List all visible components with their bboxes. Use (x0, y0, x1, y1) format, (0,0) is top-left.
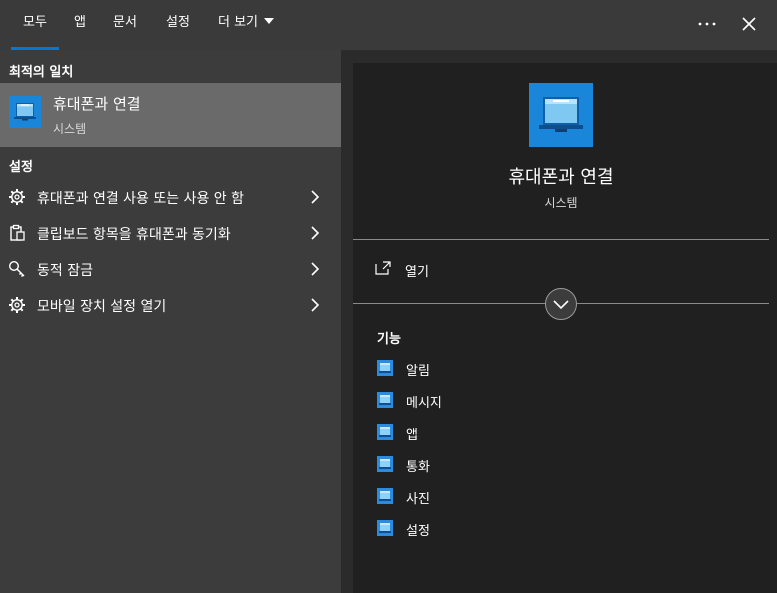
more-options-button[interactable] (691, 8, 723, 40)
open-label: 열기 (405, 265, 429, 280)
phone-link-app-icon (529, 83, 593, 147)
features-heading: 기능 (377, 332, 401, 347)
best-match-heading: 최적의 일치 (9, 65, 74, 80)
clipboard-icon (10, 224, 25, 241)
expand-button[interactable] (545, 288, 577, 320)
preview-pane: 휴대폰과 연결 시스템 열기 기능 알림 메시지 앱 통화 사진 설정 (341, 50, 777, 593)
settings-result-dynamic-lock[interactable]: 동적 잠금 (0, 251, 341, 287)
phone-link-app-icon (9, 96, 41, 128)
phone-link-app-icon (377, 360, 393, 376)
app-name: 휴대폰과 연결 (508, 167, 614, 188)
phone-link-app-icon (377, 456, 393, 472)
chevron-right-icon (311, 226, 320, 240)
best-match-result[interactable]: 휴대폰과 연결 시스템 (0, 83, 341, 147)
settings-result-mobile-device[interactable]: 모바일 장치 설정 열기 (0, 287, 341, 323)
settings-result-label: 휴대폰과 연결 사용 또는 사용 안 함 (37, 191, 245, 207)
gear-icon (9, 297, 25, 313)
ellipsis-icon (698, 22, 716, 26)
feature-label: 통화 (406, 460, 430, 475)
phone-link-app-icon (377, 488, 393, 504)
chevron-right-icon (311, 298, 320, 312)
phone-link-app-icon (377, 520, 393, 536)
best-match-type: 시스템 (53, 122, 87, 136)
chevron-right-icon (311, 190, 320, 204)
tab-all[interactable]: 모두 (11, 0, 59, 50)
tab-documents[interactable]: 문서 (113, 0, 137, 46)
tab-apps[interactable]: 앱 (74, 0, 86, 46)
settings-result-label: 모바일 장치 설정 열기 (37, 299, 167, 315)
tab-settings[interactable]: 설정 (166, 0, 190, 46)
settings-result-clipboard-sync[interactable]: 클립보드 항목을 휴대폰과 동기화 (0, 215, 341, 251)
chevron-right-icon (311, 262, 320, 276)
feature-label: 사진 (406, 492, 430, 507)
tab-more-label: 더 보기 (218, 15, 259, 30)
phone-link-app-icon (377, 392, 393, 408)
key-icon (8, 260, 25, 278)
results-list: 최적의 일치 휴대폰과 연결 시스템 설정 휴대폰과 연결 사용 또는 사용 안… (0, 50, 341, 593)
feature-label: 설정 (406, 524, 430, 539)
app-type: 시스템 (544, 196, 578, 210)
tab-more[interactable]: 더 보기 (218, 0, 275, 46)
caret-down-icon (264, 18, 275, 24)
divider (353, 239, 769, 240)
feature-label: 메시지 (406, 396, 442, 411)
feature-label: 알림 (406, 364, 430, 379)
settings-result-toggle-phone-link[interactable]: 휴대폰과 연결 사용 또는 사용 안 함 (0, 179, 341, 215)
search-filter-tabs: 모두 앱 문서 설정 더 보기 (0, 0, 777, 50)
settings-heading: 설정 (9, 160, 33, 175)
best-match-name: 휴대폰과 연결 (53, 95, 141, 113)
close-icon (742, 17, 756, 31)
gear-icon (9, 189, 25, 205)
settings-result-label: 클립보드 항목을 휴대폰과 동기화 (37, 227, 231, 243)
open-external-icon (375, 261, 391, 275)
app-detail-card: 휴대폰과 연결 시스템 열기 기능 알림 메시지 앱 통화 사진 설정 (353, 63, 777, 593)
settings-result-label: 동적 잠금 (37, 263, 93, 279)
close-button[interactable] (733, 8, 765, 40)
chevron-down-icon (553, 300, 569, 310)
feature-label: 앱 (406, 428, 418, 443)
phone-link-app-icon (377, 424, 393, 440)
